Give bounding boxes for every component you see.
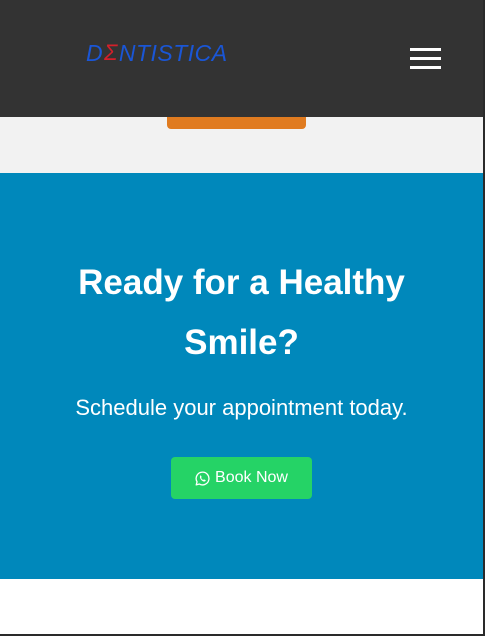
book-now-label: Book Now — [215, 469, 288, 486]
logo-letter-d: D — [86, 40, 104, 66]
menu-bar — [410, 57, 441, 60]
menu-bar — [410, 48, 441, 51]
cta-section: Ready for a Healthy Smile? Schedule your… — [0, 173, 483, 579]
book-now-button[interactable]: Book Now — [171, 457, 312, 499]
site-header: D Σ NTISTICA — [0, 0, 483, 117]
site-logo[interactable]: D Σ NTISTICA — [86, 38, 228, 68]
logo-text: NTISTICA — [118, 40, 228, 66]
cta-subtitle: Schedule your appointment today. — [75, 395, 408, 420]
page: D Σ NTISTICA Ready for a Healthy Smile? Sc… — [0, 0, 485, 636]
hamburger-menu-icon[interactable] — [410, 48, 442, 70]
logo-sigma: Σ — [104, 40, 118, 65]
bottom-section — [0, 579, 483, 634]
cta-title: Ready for a Healthy Smile? — [78, 263, 405, 362]
menu-bar — [410, 66, 441, 69]
whatsapp-icon — [195, 470, 210, 486]
